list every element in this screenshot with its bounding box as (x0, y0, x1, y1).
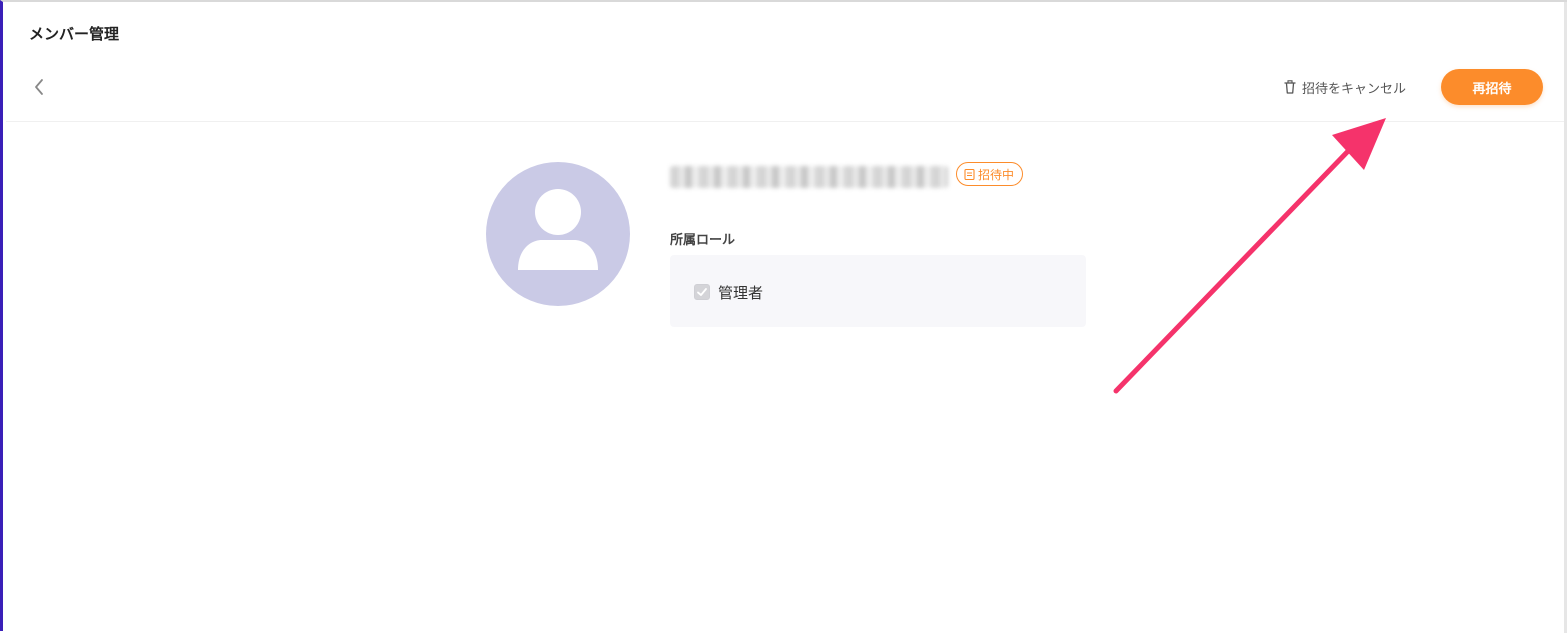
role-checkbox[interactable] (694, 284, 710, 300)
role-item-admin: 管理者 (694, 281, 763, 303)
toolbar-divider (6, 121, 1564, 122)
status-badge-label: 招待中 (978, 167, 1015, 182)
back-button[interactable] (27, 74, 51, 100)
cancel-invite-button[interactable]: 招待をキャンセル (1284, 76, 1406, 98)
status-badge: 招待中 (956, 162, 1024, 186)
roles-panel: 管理者 (670, 255, 1086, 327)
member-email-redacted (670, 166, 948, 188)
page-title: メンバー管理 (29, 25, 120, 43)
roles-heading: 所属ロール (670, 233, 736, 248)
chevron-left-icon (35, 79, 43, 95)
user-silhouette-icon (518, 189, 598, 270)
avatar (486, 162, 630, 306)
role-label: 管理者 (718, 283, 764, 302)
cancel-invite-label: 招待をキャンセル (1302, 81, 1407, 97)
app-window: メンバー管理 招待をキャンセル 再招待 招待中 所属ロール 管理者 (0, 0, 1567, 633)
reinvite-button[interactable]: 再招待 (1441, 69, 1543, 105)
clipboard-icon (964, 168, 975, 180)
checkmark-icon (697, 288, 707, 296)
trash-icon (1284, 80, 1296, 94)
